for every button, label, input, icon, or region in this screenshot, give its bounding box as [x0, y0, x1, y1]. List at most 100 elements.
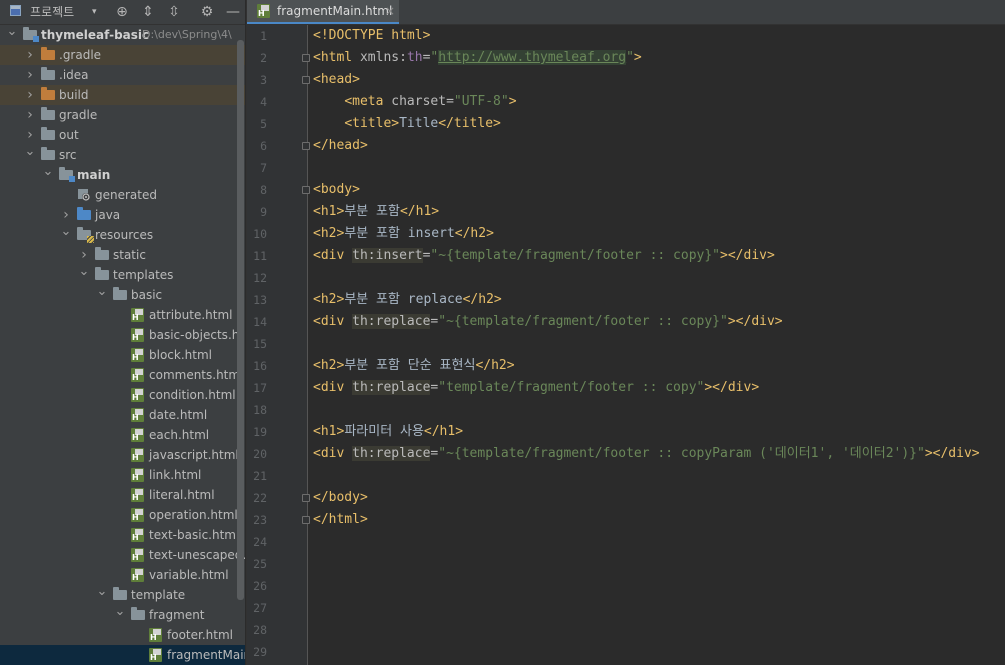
chevron-down-icon[interactable]: ⌄ [95, 285, 109, 305]
tree-item[interactable]: Htext-unescaped.ht [0, 545, 245, 565]
chevron-right-icon[interactable]: › [23, 65, 37, 85]
code-line: <h1>부분 포함</h1> [313, 201, 439, 223]
folder-icon [41, 67, 56, 82]
tree-item[interactable]: ⌄ resources [0, 225, 245, 245]
code-token: th [352, 248, 368, 263]
code-token: </h1> [423, 424, 464, 439]
tree-item[interactable]: › out [0, 125, 245, 145]
tree-item[interactable]: › build [0, 85, 245, 105]
expand-all-icon[interactable]: ⇕ [139, 0, 157, 24]
html-file-icon: H [131, 548, 146, 562]
chevron-down-icon[interactable]: ⌄ [95, 585, 109, 605]
tree-item[interactable]: Htext-basic.html [0, 525, 245, 545]
tree-item[interactable]: Hfooter.html [0, 625, 245, 645]
html-file-icon: H [131, 348, 146, 362]
code-token: :replace [367, 314, 431, 329]
tree-item-label: date.html [149, 408, 208, 422]
tree-item-label: link.html [149, 468, 202, 482]
tree-item[interactable]: ⌄ main [0, 165, 245, 185]
chevron-down-icon[interactable]: ⌄ [113, 605, 127, 625]
chevron-down-icon[interactable]: ▾ [92, 0, 97, 24]
chevron-right-icon[interactable]: › [59, 205, 73, 225]
code-line: <div th:replace="template/fragment/foote… [313, 377, 759, 399]
code-token: </h1> [399, 204, 440, 219]
chevron-right-icon[interactable]: › [23, 45, 37, 65]
tab-label: fragmentMain.html [277, 4, 393, 18]
code-token: <h2> [313, 226, 345, 241]
tree-item[interactable]: Hlink.html [0, 465, 245, 485]
minimize-icon[interactable]: — [224, 0, 242, 24]
tree-item[interactable]: › .idea [0, 65, 245, 85]
chevron-right-icon[interactable]: › [23, 125, 37, 145]
collapse-all-icon[interactable]: ⇳ [165, 0, 183, 24]
chevron-right-icon[interactable]: › [77, 245, 91, 265]
line-number: 3 [260, 73, 267, 87]
tree-item[interactable]: Hdate.html [0, 405, 245, 425]
html-file-icon: H [131, 328, 146, 342]
gear-icon[interactable]: ⚙ [198, 0, 216, 24]
chevron-down-icon[interactable]: ⌄ [77, 265, 91, 285]
fold-marker-icon[interactable] [302, 494, 310, 502]
code-token: charset [391, 94, 447, 109]
tab-fragmentmain-html[interactable]: H fragmentMain.html × [247, 0, 399, 24]
tree-item-label: attribute.html [149, 308, 233, 322]
tree-item[interactable]: Hliteral.html [0, 485, 245, 505]
tree-item[interactable]: › java [0, 205, 245, 225]
code-line: <h2>부분 포함 replace</h2> [313, 289, 502, 311]
fold-marker-icon[interactable] [302, 76, 310, 84]
tree-item[interactable]: ⌄ templates [0, 265, 245, 285]
tree-item[interactable]: Hoperation.html [0, 505, 245, 525]
chevron-right-icon[interactable]: › [23, 105, 37, 125]
fold-marker-icon[interactable] [302, 516, 310, 524]
tree-item[interactable]: generated [0, 185, 245, 205]
fold-marker-icon[interactable] [302, 142, 310, 150]
code-token: 부분 포함 [344, 204, 400, 219]
chevron-down-icon[interactable]: ⌄ [41, 165, 55, 185]
excluded-folder-icon [41, 87, 56, 102]
line-number: 11 [253, 249, 267, 263]
tree-item[interactable]: Hjavascript.html [0, 445, 245, 465]
code-token: th [406, 50, 423, 65]
project-scrollbar[interactable] [237, 40, 244, 600]
tree-item[interactable]: › .gradle [0, 45, 245, 65]
chevron-down-icon[interactable]: ⌄ [23, 145, 37, 165]
source-set-folder-icon [59, 167, 75, 182]
chevron-right-icon[interactable]: › [23, 85, 37, 105]
tree-item-label: text-basic.html [149, 528, 240, 542]
tree-item[interactable]: Hbasic-objects.html [0, 325, 245, 345]
code-token: Title [399, 116, 439, 131]
tree-item[interactable]: ⌄ thymeleaf-basic D:\dev\Spring\4\ [0, 25, 245, 45]
code-line: </html> [313, 509, 368, 531]
tree-item[interactable]: › gradle [0, 105, 245, 125]
line-number: 6 [260, 139, 267, 153]
chevron-down-icon[interactable]: ⌄ [59, 225, 73, 245]
tree-item-label: template [131, 588, 186, 602]
tree-item[interactable]: ⌄ src [0, 145, 245, 165]
tree-item[interactable]: › static [0, 245, 245, 265]
tree-item[interactable]: Heach.html [0, 425, 245, 445]
tree-item-selected[interactable]: HfragmentMain. [0, 645, 245, 665]
tree-item[interactable]: Hcomments.html [0, 365, 245, 385]
tree-item[interactable]: Hvariable.html [0, 565, 245, 585]
tree-item[interactable]: ⌄ fragment [0, 605, 245, 625]
tree-item-label: templates [113, 268, 174, 282]
tree-item[interactable]: Hblock.html [0, 345, 245, 365]
line-number: 19 [253, 425, 267, 439]
line-number: 20 [253, 447, 267, 461]
code-line: </body> [313, 487, 368, 509]
html-file-icon: H [131, 308, 146, 322]
tree-item[interactable]: Hattribute.html [0, 305, 245, 325]
locate-icon[interactable]: ⊕ [113, 0, 131, 24]
code-token: th [352, 446, 368, 461]
chevron-down-icon[interactable]: ⌄ [5, 25, 19, 45]
fold-marker-icon[interactable] [302, 186, 310, 194]
tree-item[interactable]: Hcondition.html [0, 385, 245, 405]
project-view-selector[interactable]: 프로젝트 [30, 0, 74, 24]
fold-marker-icon[interactable] [302, 54, 310, 62]
tree-item[interactable]: ⌄ basic [0, 285, 245, 305]
tree-item[interactable]: ⌄ template [0, 585, 245, 605]
close-icon[interactable]: × [385, 0, 395, 22]
code-token: </head> [313, 138, 368, 153]
code-token: "template/fragment/footer :: copy" [438, 380, 705, 395]
